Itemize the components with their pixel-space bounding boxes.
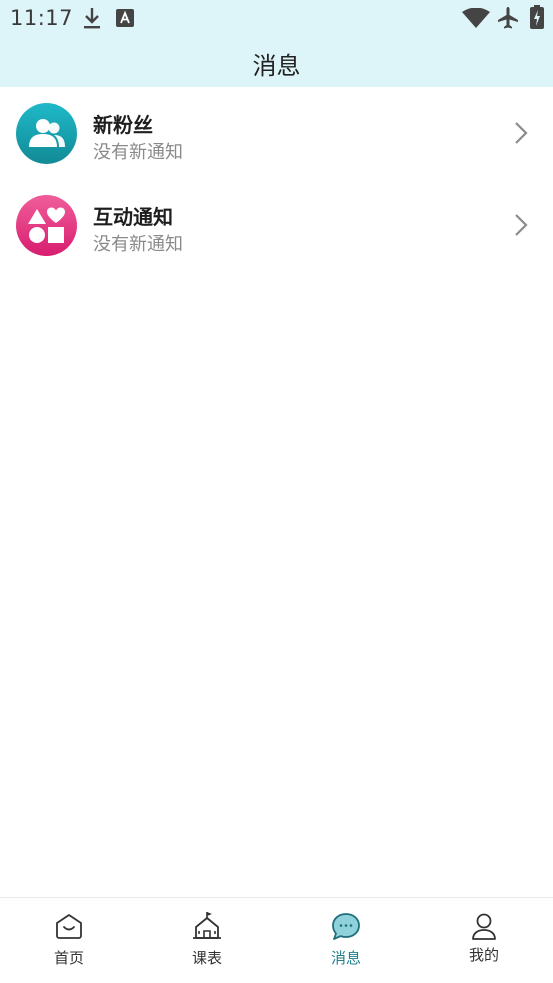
text-a-icon <box>116 9 134 31</box>
chat-bubble-icon <box>331 912 361 946</box>
airplane-icon <box>496 6 520 34</box>
message-item-interactions[interactable]: 互动通知 没有新通知 <box>0 179 553 271</box>
message-item-new-followers[interactable]: 新粉丝 没有新通知 <box>0 87 553 179</box>
user-icon <box>470 912 498 946</box>
chevron-right-icon <box>514 121 528 149</box>
page-title: 消息 <box>252 52 301 80</box>
messages-screen: 11:17 消息 新粉丝 没有新通知 互动通知 没有新通知 首页 课表 消息 我… <box>0 0 553 983</box>
message-item-title: 新粉丝 <box>93 113 153 137</box>
schoolhouse-icon <box>192 910 222 944</box>
message-item-subtitle: 没有新通知 <box>93 142 183 163</box>
tab-me[interactable]: 我的 <box>415 898 553 983</box>
shapes-icon <box>16 195 77 256</box>
home-icon <box>54 912 84 944</box>
status-time: 11:17 <box>10 6 74 30</box>
battery-charging-icon <box>530 5 544 33</box>
wifi-icon <box>462 7 490 32</box>
top-bar: 11:17 消息 <box>0 0 553 87</box>
tab-label: 我的 <box>468 946 499 964</box>
tab-label: 消息 <box>330 949 361 967</box>
chevron-right-icon <box>514 213 528 241</box>
title-bar: 消息 <box>0 38 553 87</box>
message-item-subtitle: 没有新通知 <box>93 234 183 255</box>
bottom-tab-bar: 首页 课表 消息 我的 <box>0 897 553 983</box>
status-bar: 11:17 <box>0 0 553 38</box>
download-icon <box>82 6 102 34</box>
tab-home[interactable]: 首页 <box>0 898 138 983</box>
tab-label: 首页 <box>53 949 84 967</box>
followers-icon <box>16 103 77 164</box>
message-item-title: 互动通知 <box>93 205 173 229</box>
tab-label: 课表 <box>191 949 222 967</box>
tab-schedule[interactable]: 课表 <box>138 898 276 983</box>
tab-messages[interactable]: 消息 <box>277 898 415 983</box>
